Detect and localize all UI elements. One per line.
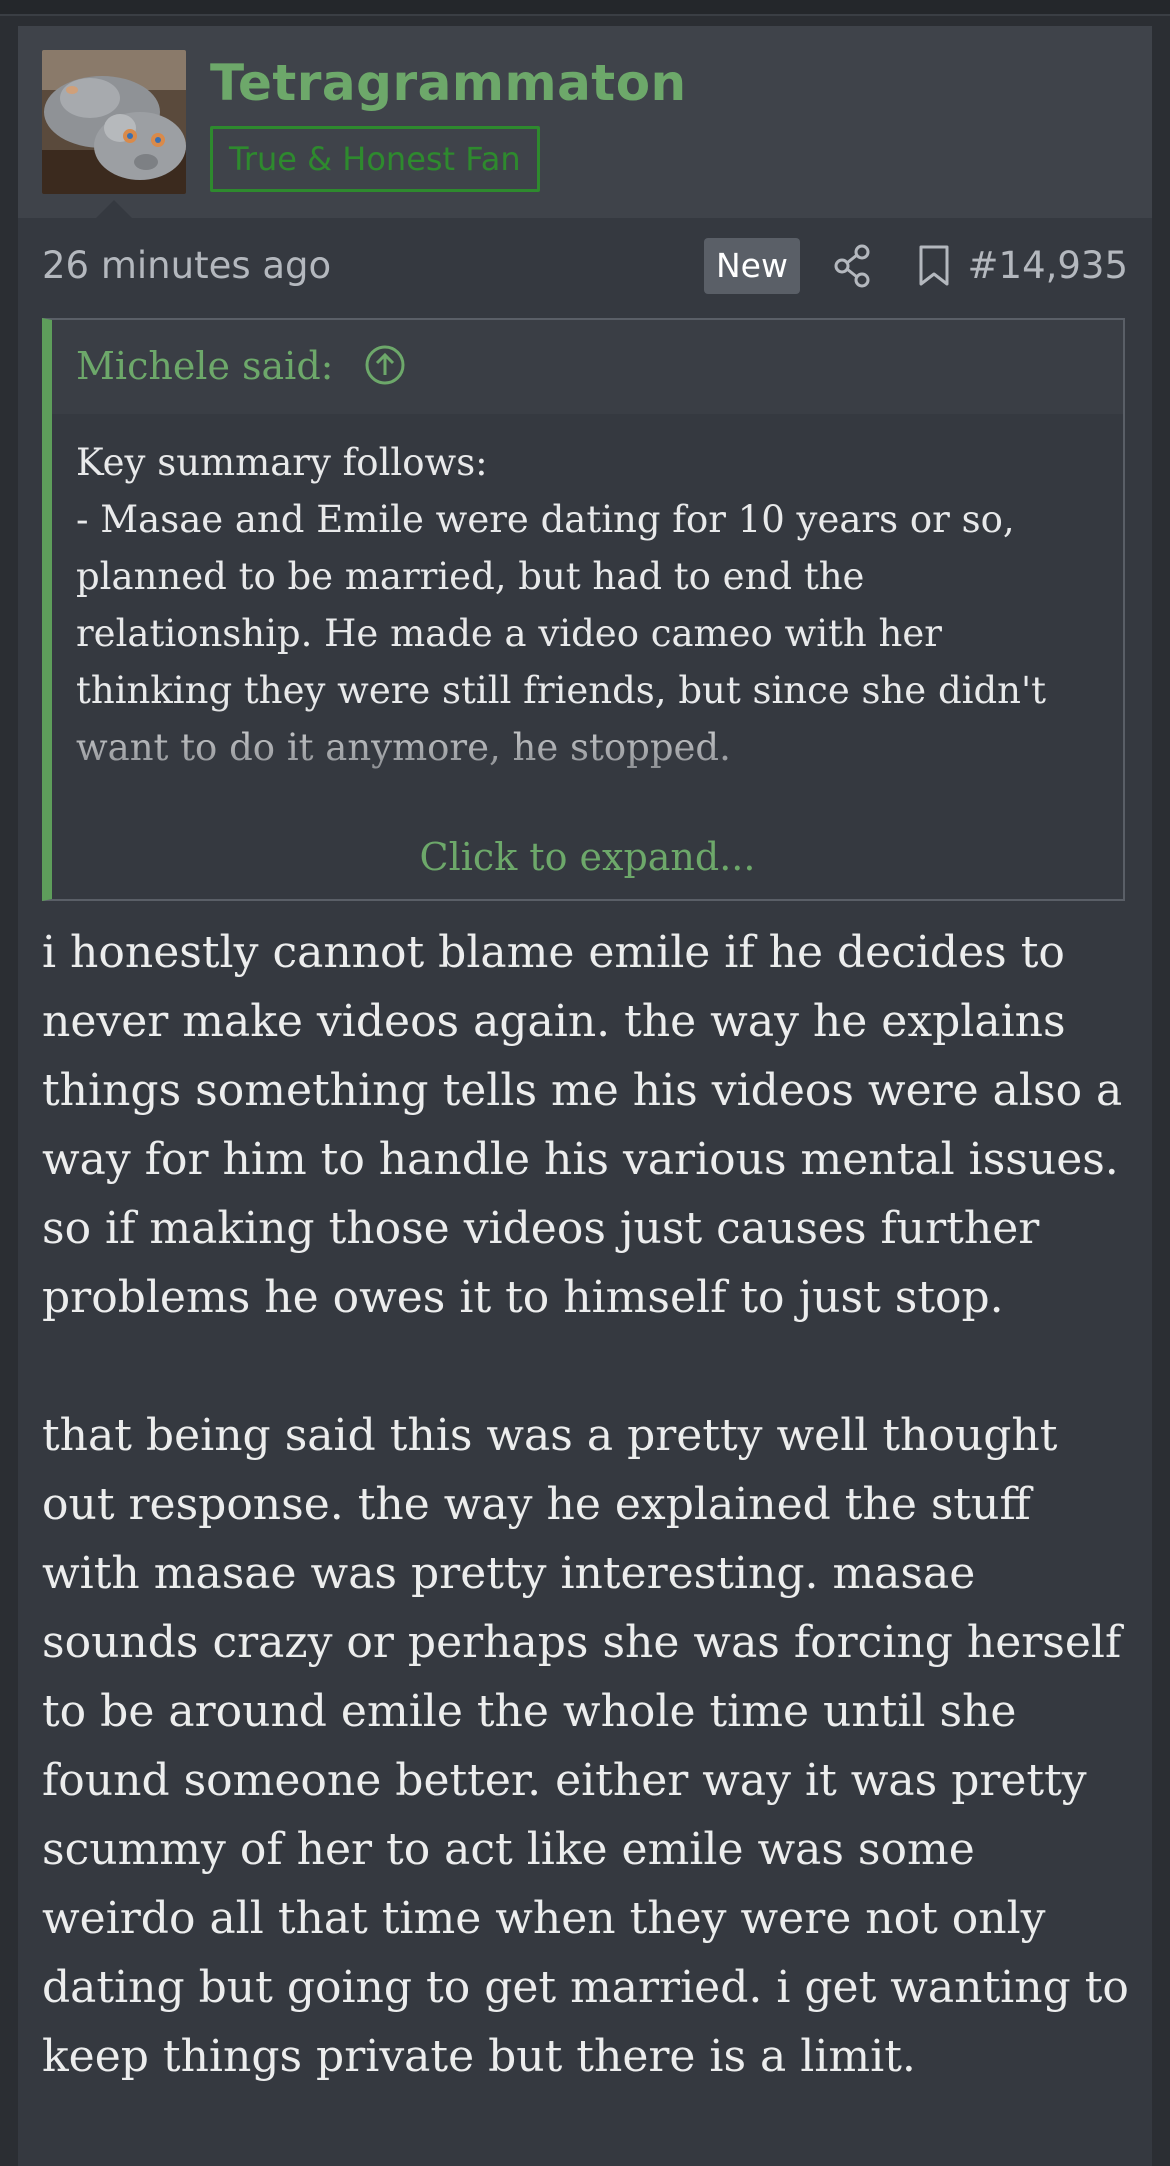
forum-post: Tetragrammaton True & Honest Fan 26 minu… — [18, 26, 1152, 2166]
share-icon[interactable] — [832, 244, 872, 288]
quote-block: Michele said: Key summary follows: - Mas… — [42, 318, 1125, 901]
expand-quote-link[interactable]: Click to expand... — [52, 829, 1123, 886]
bookmark-icon[interactable] — [916, 244, 952, 288]
post-message: i honestly cannot blame emile if he deci… — [42, 918, 1142, 2160]
rodent-avatar-icon — [42, 50, 186, 194]
message-paragraph: that being said this was a pretty well t… — [42, 1410, 1129, 2082]
post-number-link[interactable]: #14,935 — [968, 244, 1128, 287]
avatar-caret — [96, 200, 132, 218]
avatar[interactable] — [42, 50, 186, 194]
username[interactable]: Tetragrammaton — [210, 54, 687, 112]
new-badge: New — [704, 238, 800, 294]
message-paragraph: i honestly cannot blame emile if he deci… — [42, 927, 1123, 1323]
quote-header: Michele said: — [52, 320, 1123, 414]
post-time[interactable]: 26 minutes ago — [42, 244, 331, 287]
top-bar — [0, 0, 1170, 16]
post-meta: 26 minutes ago New #14,935 — [42, 234, 1128, 298]
quote-author[interactable]: Michele said: — [76, 344, 333, 388]
user-title-badge: True & Honest Fan — [210, 126, 540, 192]
arrow-up-circle-icon[interactable] — [364, 344, 406, 386]
quote-intro: Key summary follows: — [76, 441, 488, 484]
post-header: Tetragrammaton True & Honest Fan — [18, 26, 1152, 218]
quote-content: Key summary follows: - Masae and Emile w… — [52, 414, 1123, 899]
